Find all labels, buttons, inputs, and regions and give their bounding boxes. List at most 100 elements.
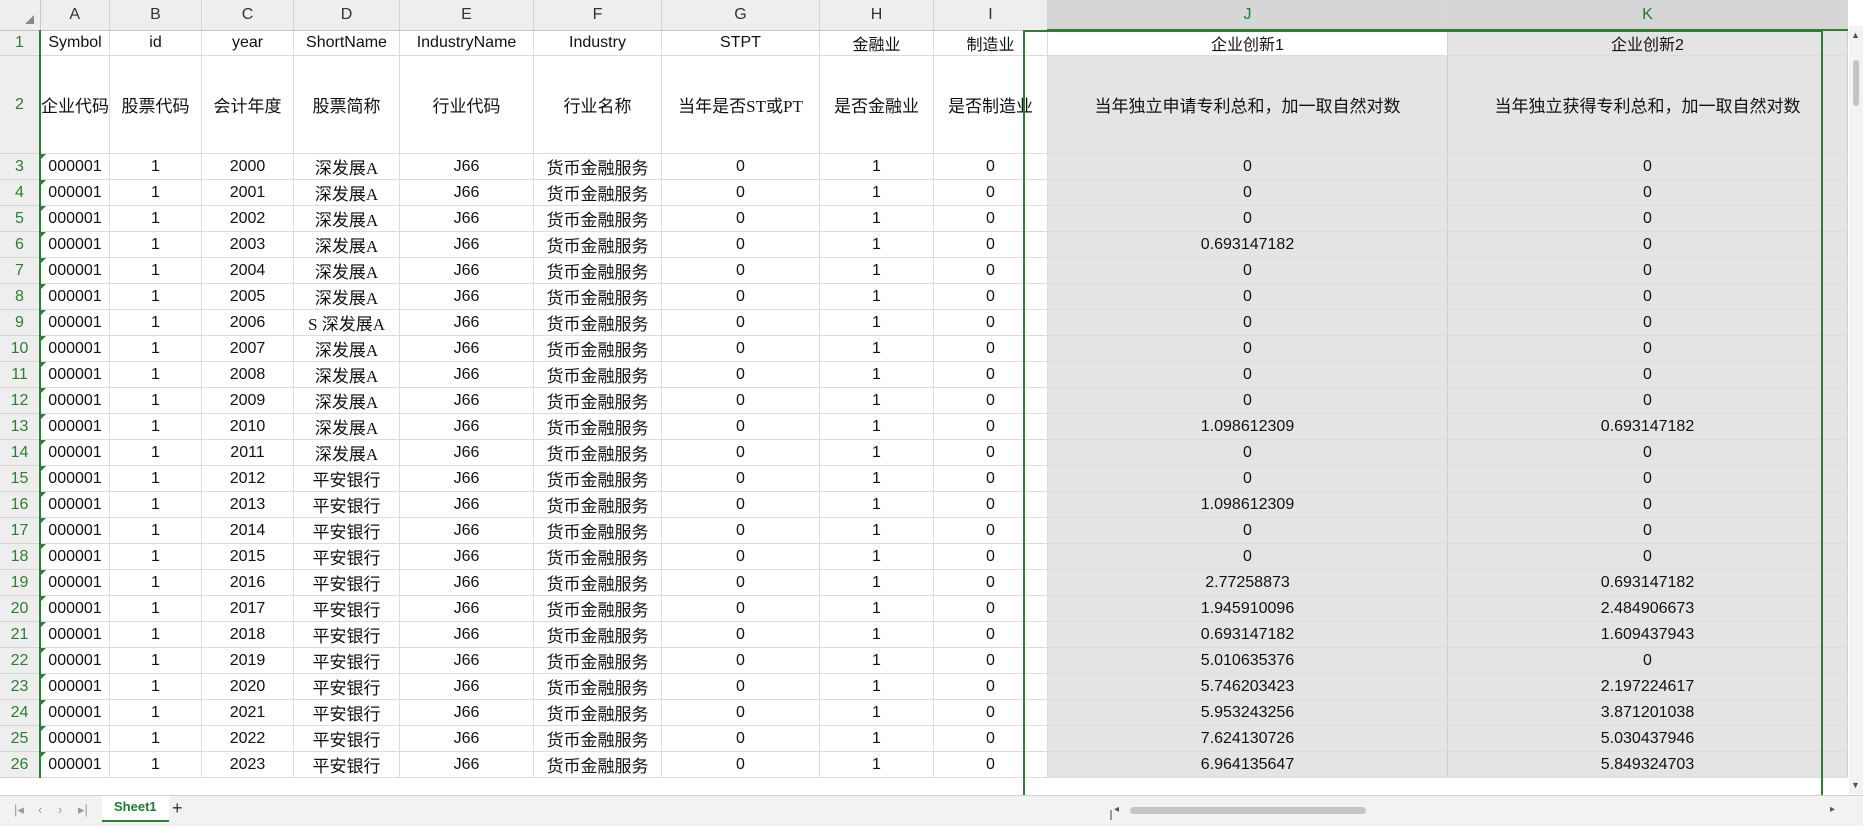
last-sheet-icon[interactable]: ▸| bbox=[78, 802, 88, 818]
row-header-3[interactable]: 3 bbox=[0, 153, 41, 180]
cell-b23[interactable]: 1 bbox=[109, 673, 202, 700]
cell-h16[interactable]: 1 bbox=[819, 491, 934, 518]
cell-k14[interactable]: 0 bbox=[1447, 439, 1848, 466]
cell-j18[interactable]: 0 bbox=[1047, 543, 1448, 570]
cell-c15[interactable]: 2012 bbox=[201, 465, 294, 492]
cell-a16[interactable]: 000001 bbox=[40, 491, 110, 518]
cell-k8[interactable]: 0 bbox=[1447, 283, 1848, 310]
cell-i13[interactable]: 0 bbox=[933, 413, 1048, 440]
cell-c23[interactable]: 2020 bbox=[201, 673, 294, 700]
cell-d24[interactable]: 平安银行 bbox=[293, 699, 400, 726]
cell-k20[interactable]: 2.484906673 bbox=[1447, 595, 1848, 622]
cell-g3[interactable]: 0 bbox=[661, 153, 820, 180]
cell-e4[interactable]: J66 bbox=[399, 179, 534, 206]
cell-f3[interactable]: 货币金融服务 bbox=[533, 153, 662, 180]
cell-a5[interactable]: 000001 bbox=[40, 205, 110, 232]
cell-b16[interactable]: 1 bbox=[109, 491, 202, 518]
cell-a17[interactable]: 000001 bbox=[40, 517, 110, 544]
cell-h3[interactable]: 1 bbox=[819, 153, 934, 180]
cell-f12[interactable]: 货币金融服务 bbox=[533, 387, 662, 414]
row-header-15[interactable]: 15 bbox=[0, 465, 41, 492]
cell-f22[interactable]: 货币金融服务 bbox=[533, 647, 662, 674]
cell-i21[interactable]: 0 bbox=[933, 621, 1048, 648]
cell-f24[interactable]: 货币金融服务 bbox=[533, 699, 662, 726]
cell-f21[interactable]: 货币金融服务 bbox=[533, 621, 662, 648]
cell-e8[interactable]: J66 bbox=[399, 283, 534, 310]
scroll-right-icon[interactable]: ▸ bbox=[1830, 804, 1835, 815]
cell-e15[interactable]: J66 bbox=[399, 465, 534, 492]
row-header-8[interactable]: 8 bbox=[0, 283, 41, 310]
cell-b17[interactable]: 1 bbox=[109, 517, 202, 544]
cell-e26[interactable]: J66 bbox=[399, 751, 534, 778]
cell-k25[interactable]: 5.030437946 bbox=[1447, 725, 1848, 752]
cell-d6[interactable]: 深发展A bbox=[293, 231, 400, 258]
cell-h11[interactable]: 1 bbox=[819, 361, 934, 388]
cell-k2[interactable]: 当年独立获得专利总和，加一取自然对数 bbox=[1447, 55, 1848, 154]
cell-i3[interactable]: 0 bbox=[933, 153, 1048, 180]
cell-f9[interactable]: 货币金融服务 bbox=[533, 309, 662, 336]
row-header-21[interactable]: 21 bbox=[0, 621, 41, 648]
cell-j7[interactable]: 0 bbox=[1047, 257, 1448, 284]
cell-e25[interactable]: J66 bbox=[399, 725, 534, 752]
cell-f10[interactable]: 货币金融服务 bbox=[533, 335, 662, 362]
cell-c18[interactable]: 2015 bbox=[201, 543, 294, 570]
cell-e23[interactable]: J66 bbox=[399, 673, 534, 700]
cell-g8[interactable]: 0 bbox=[661, 283, 820, 310]
cell-b5[interactable]: 1 bbox=[109, 205, 202, 232]
cell-b1[interactable]: id bbox=[109, 30, 202, 56]
cell-c2[interactable]: 会计年度 bbox=[201, 55, 294, 154]
cell-c20[interactable]: 2017 bbox=[201, 595, 294, 622]
cell-i15[interactable]: 0 bbox=[933, 465, 1048, 492]
cell-f16[interactable]: 货币金融服务 bbox=[533, 491, 662, 518]
cell-k5[interactable]: 0 bbox=[1447, 205, 1848, 232]
cell-f19[interactable]: 货币金融服务 bbox=[533, 569, 662, 596]
cell-g1[interactable]: STPT bbox=[661, 30, 820, 56]
cell-b11[interactable]: 1 bbox=[109, 361, 202, 388]
cell-c3[interactable]: 2000 bbox=[201, 153, 294, 180]
select-all-corner[interactable] bbox=[0, 0, 41, 31]
cell-k9[interactable]: 0 bbox=[1447, 309, 1848, 336]
cell-h14[interactable]: 1 bbox=[819, 439, 934, 466]
column-header-d[interactable]: D bbox=[293, 0, 400, 31]
cell-j2[interactable]: 当年独立申请专利总和，加一取自然对数 bbox=[1047, 55, 1448, 154]
cell-k26[interactable]: 5.849324703 bbox=[1447, 751, 1848, 778]
cell-a21[interactable]: 000001 bbox=[40, 621, 110, 648]
cell-g5[interactable]: 0 bbox=[661, 205, 820, 232]
cell-c19[interactable]: 2016 bbox=[201, 569, 294, 596]
cell-c14[interactable]: 2011 bbox=[201, 439, 294, 466]
cell-d9[interactable]: S 深发展A bbox=[293, 309, 400, 336]
row-header-24[interactable]: 24 bbox=[0, 699, 41, 726]
cell-h23[interactable]: 1 bbox=[819, 673, 934, 700]
cell-k12[interactable]: 0 bbox=[1447, 387, 1848, 414]
cell-g24[interactable]: 0 bbox=[661, 699, 820, 726]
cell-i14[interactable]: 0 bbox=[933, 439, 1048, 466]
cell-d16[interactable]: 平安银行 bbox=[293, 491, 400, 518]
cell-j21[interactable]: 0.693147182 bbox=[1047, 621, 1448, 648]
cell-c13[interactable]: 2010 bbox=[201, 413, 294, 440]
cell-d26[interactable]: 平安银行 bbox=[293, 751, 400, 778]
scroll-left-icon[interactable]: ◂ bbox=[1114, 804, 1119, 815]
cell-f11[interactable]: 货币金融服务 bbox=[533, 361, 662, 388]
cell-h24[interactable]: 1 bbox=[819, 699, 934, 726]
cell-i20[interactable]: 0 bbox=[933, 595, 1048, 622]
cell-b9[interactable]: 1 bbox=[109, 309, 202, 336]
cell-h18[interactable]: 1 bbox=[819, 543, 934, 570]
row-header-6[interactable]: 6 bbox=[0, 231, 41, 258]
cell-i22[interactable]: 0 bbox=[933, 647, 1048, 674]
cell-i17[interactable]: 0 bbox=[933, 517, 1048, 544]
cell-e11[interactable]: J66 bbox=[399, 361, 534, 388]
cell-i23[interactable]: 0 bbox=[933, 673, 1048, 700]
row-header-4[interactable]: 4 bbox=[0, 179, 41, 206]
cell-g9[interactable]: 0 bbox=[661, 309, 820, 336]
cell-j10[interactable]: 0 bbox=[1047, 335, 1448, 362]
cell-c1[interactable]: year bbox=[201, 30, 294, 56]
row-header-14[interactable]: 14 bbox=[0, 439, 41, 466]
cell-g10[interactable]: 0 bbox=[661, 335, 820, 362]
cell-b21[interactable]: 1 bbox=[109, 621, 202, 648]
cell-d21[interactable]: 平安银行 bbox=[293, 621, 400, 648]
cell-d22[interactable]: 平安银行 bbox=[293, 647, 400, 674]
cell-i18[interactable]: 0 bbox=[933, 543, 1048, 570]
cell-j5[interactable]: 0 bbox=[1047, 205, 1448, 232]
row-header-1[interactable]: 1 bbox=[0, 30, 41, 56]
cell-g23[interactable]: 0 bbox=[661, 673, 820, 700]
